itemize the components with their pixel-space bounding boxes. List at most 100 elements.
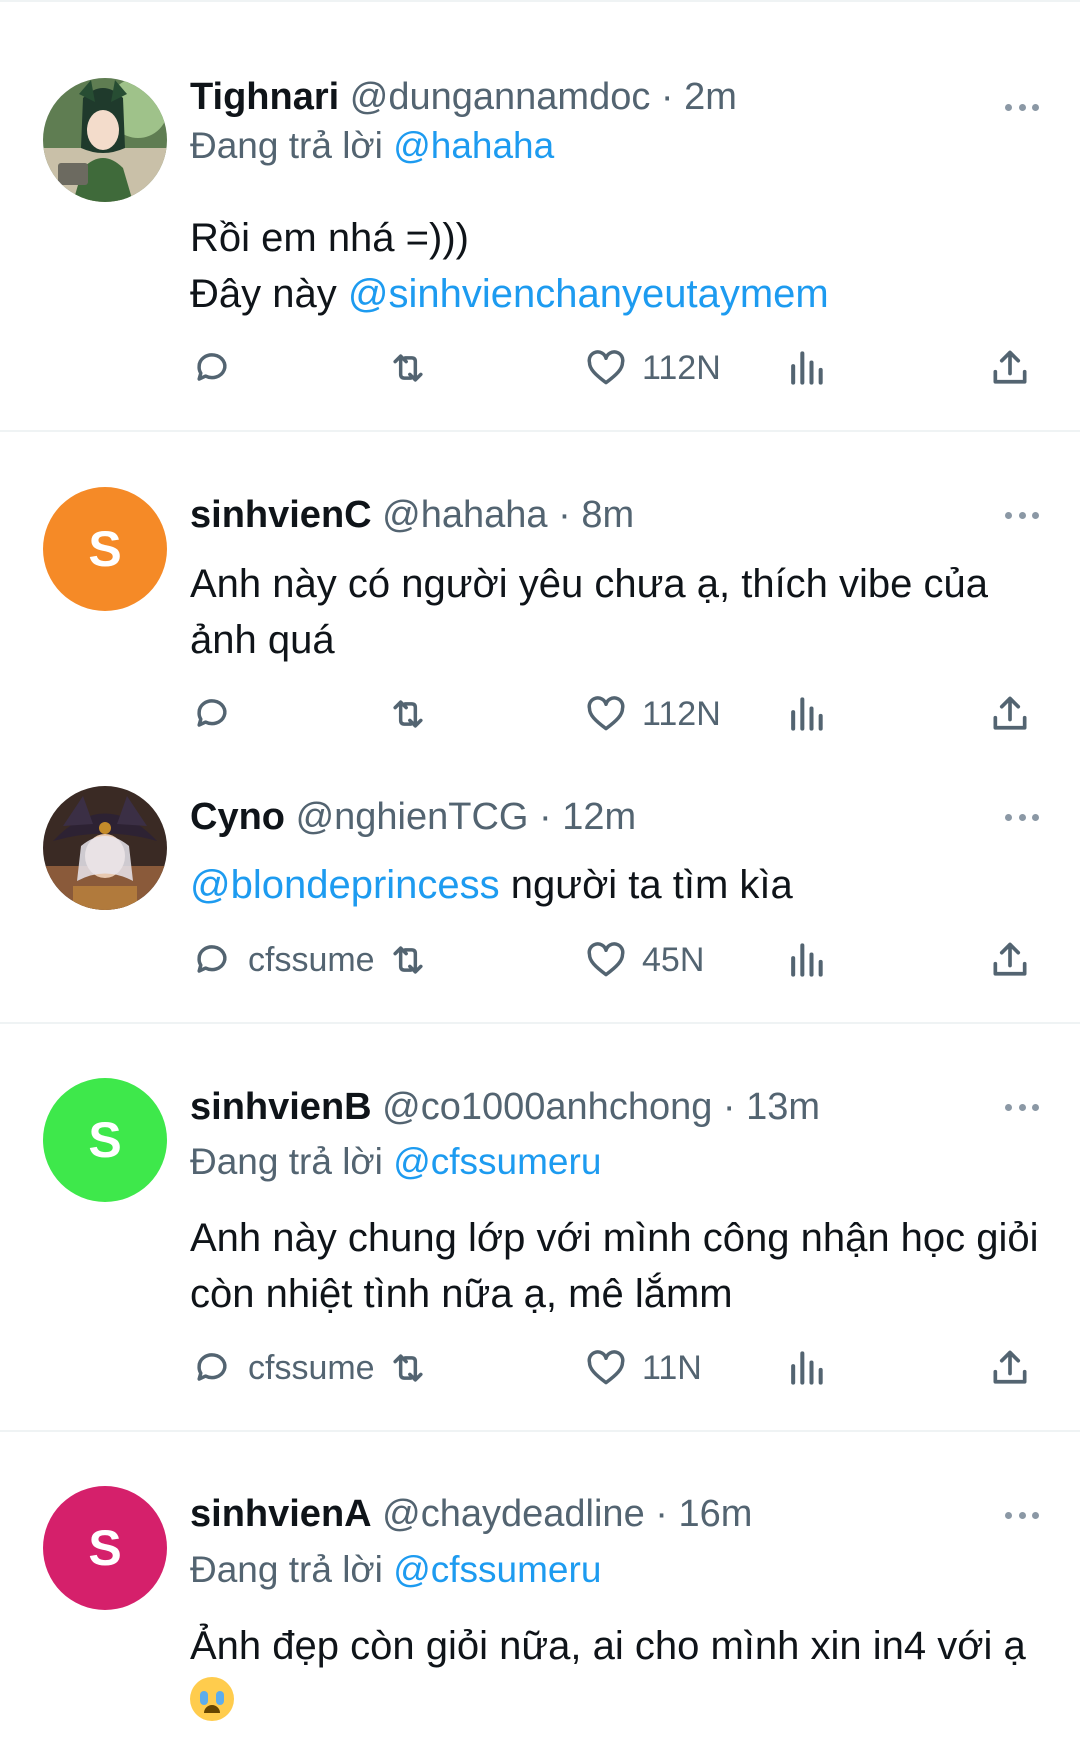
analytics-icon [791, 1351, 823, 1385]
action-bar: cfssume 11N [0, 1340, 1080, 1396]
display-name[interactable]: Cyno [190, 796, 285, 838]
share-button[interactable] [988, 1340, 1032, 1396]
avatar[interactable] [43, 786, 167, 910]
more-options-icon[interactable] [1005, 812, 1039, 822]
views-button[interactable] [784, 1340, 828, 1396]
more-options-icon[interactable] [1005, 510, 1039, 520]
avatar-letter: S [88, 521, 122, 577]
share-icon [993, 1350, 1027, 1384]
heart-icon [587, 1350, 625, 1385]
cyno-avatar-image [43, 786, 167, 910]
reply-count: cfssume [248, 940, 375, 979]
reply-button[interactable] [190, 686, 248, 742]
tweet-line-2: Đây này @sinhvienchanyeutaymem [190, 266, 1050, 322]
like-count: 45N [642, 940, 705, 979]
tweet-header: sinhvienA @chaydeadline · 16m [190, 1492, 752, 1536]
reply-button[interactable]: cfssume [190, 1340, 375, 1396]
analytics-icon [791, 943, 823, 977]
retweet-icon [393, 700, 423, 728]
share-button[interactable] [988, 686, 1032, 742]
reply-icon [197, 945, 227, 973]
like-count: 11N [642, 1348, 702, 1387]
tweet-text: Anh này có người yêu chưa ạ, thích vibe … [190, 562, 989, 662]
action-bar: 112N [0, 340, 1080, 396]
mention-link[interactable]: @sinhvienchanyeutaymem [348, 272, 829, 316]
timestamp[interactable]: 2m [684, 76, 737, 118]
retweet-button[interactable] [386, 932, 430, 988]
more-options-icon[interactable] [1005, 1102, 1039, 1112]
replying-to-mention[interactable]: @cfssumeru [393, 1549, 601, 1590]
reply-button[interactable] [190, 340, 248, 396]
like-button[interactable]: 112N [584, 340, 721, 396]
tweet-line-1: Rồi em nhá =))) [190, 216, 469, 260]
avatar[interactable]: S [43, 1486, 167, 1610]
views-button[interactable] [784, 340, 828, 396]
timestamp[interactable]: 8m [581, 494, 634, 536]
like-count: 112N [642, 348, 721, 387]
timestamp[interactable]: 12m [562, 796, 636, 838]
replying-to-label: Đang trả lời [190, 1549, 383, 1590]
tweet-text: Anh này chung lớp với mình công nhận học… [190, 1216, 1039, 1316]
user-handle[interactable]: @dungannamdoc [350, 76, 651, 118]
share-icon [993, 350, 1027, 384]
replying-to-label: Đang trả lời [190, 125, 383, 166]
display-name[interactable]: Tighnari [190, 76, 339, 118]
heart-icon [587, 350, 625, 385]
views-button[interactable] [784, 932, 828, 988]
share-button[interactable] [988, 340, 1032, 396]
reply-icon [197, 699, 227, 727]
reply-count: cfssume [248, 1348, 375, 1387]
replying-to-label: Đang trả lời [190, 1141, 383, 1182]
avatar-letter: S [88, 1520, 122, 1576]
timestamp[interactable]: 16m [678, 1493, 752, 1535]
timestamp[interactable]: 13m [746, 1086, 820, 1128]
heart-icon [587, 696, 625, 731]
like-button[interactable]: 112N [584, 686, 721, 742]
tweet-header: Cyno @nghienTCG · 12m [190, 795, 636, 839]
more-options-icon[interactable] [1005, 102, 1039, 112]
share-button[interactable] [988, 932, 1032, 988]
tweet-text-content: Ảnh đẹp còn giỏi nữa, ai cho mình xin in… [190, 1624, 1026, 1668]
separator-dot: · [558, 494, 571, 536]
like-button[interactable]: 45N [584, 932, 704, 988]
heart-icon [587, 942, 625, 977]
retweet-icon [393, 1354, 423, 1382]
mention-link[interactable]: @blondeprincess [190, 863, 500, 907]
user-handle[interactable]: @co1000anhchong [382, 1086, 712, 1128]
views-button[interactable] [784, 686, 828, 742]
separator-dot: · [539, 796, 552, 838]
tweet-header: sinhvienB @co1000anhchong · 13m [190, 1085, 820, 1129]
retweet-icon [393, 354, 423, 382]
user-handle[interactable]: @hahaha [382, 494, 547, 536]
avatar[interactable]: S [43, 1078, 167, 1202]
retweet-icon [393, 946, 423, 974]
user-handle[interactable]: @nghienTCG [296, 796, 529, 838]
tweet-divider [0, 1430, 1080, 1432]
avatar[interactable] [43, 78, 167, 202]
tighnari-avatar-image [43, 78, 167, 202]
display-name[interactable]: sinhvienC [190, 494, 372, 536]
separator-dot: · [655, 1493, 668, 1535]
more-options-icon[interactable] [1005, 1510, 1039, 1520]
separator-dot: · [722, 1086, 736, 1128]
analytics-icon [791, 351, 823, 385]
avatar[interactable]: S [43, 487, 167, 611]
retweet-button[interactable] [386, 1340, 430, 1396]
replying-to-mention[interactable]: @cfssumeru [393, 1141, 601, 1182]
display-name[interactable]: sinhvienA [190, 1493, 372, 1535]
replying-to: Đang trả lời @hahaha [190, 124, 554, 168]
like-count: 112N [642, 694, 721, 733]
share-icon [993, 942, 1027, 976]
replying-to-mention[interactable]: @hahaha [393, 125, 554, 166]
replying-to: Đang trả lời @cfssumeru [190, 1548, 601, 1592]
loudly-crying-face-emoji-icon [190, 1677, 234, 1721]
retweet-button[interactable] [386, 340, 430, 396]
user-handle[interactable]: @chaydeadline [382, 1493, 645, 1535]
retweet-button[interactable] [386, 686, 430, 742]
tweet-line-2-text: Đây này [190, 272, 337, 316]
reply-button[interactable]: cfssume [190, 932, 375, 988]
like-button[interactable]: 11N [584, 1340, 702, 1396]
tweet-divider [0, 1022, 1080, 1024]
action-bar: cfssume 45N [0, 932, 1080, 988]
display-name[interactable]: sinhvienB [190, 1086, 372, 1128]
